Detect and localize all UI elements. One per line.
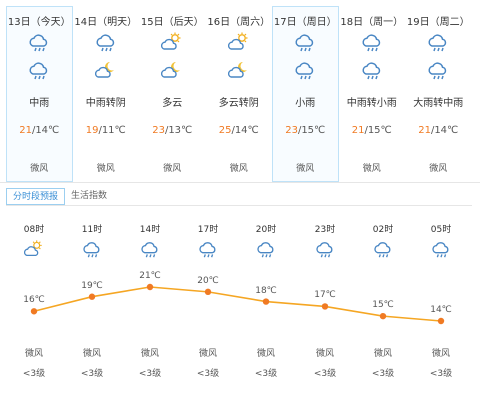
temperature-line-chart (30, 283, 445, 325)
temperature-point (437, 317, 445, 325)
temperature-point (262, 298, 270, 305)
temperature-point (88, 293, 96, 300)
temperature-point (321, 303, 329, 310)
temperature-point (204, 288, 212, 296)
temperature-point (146, 283, 154, 291)
temperature-point (30, 308, 38, 315)
temperature-point (379, 312, 387, 320)
